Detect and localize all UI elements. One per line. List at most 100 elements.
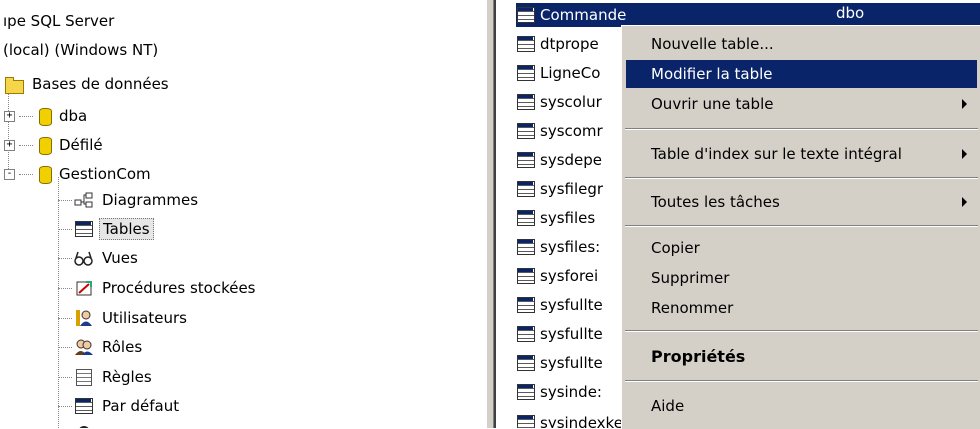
tree-item-label: Diagrammes <box>102 191 199 209</box>
list-item[interactable]: sysfullte <box>516 350 603 376</box>
tree-item-dba[interactable]: + dba <box>4 103 90 129</box>
tree-item-label: Rôles <box>102 338 143 356</box>
tree-item-roles[interactable]: Rôles <box>58 334 145 360</box>
list-owner-cell: dbo <box>836 4 865 22</box>
table-icon <box>516 238 536 256</box>
list-item-label: sysindexkey <box>540 414 632 428</box>
tree-item-regles[interactable]: Règles <box>58 364 155 390</box>
menu-item-copier[interactable]: Copier <box>626 234 977 262</box>
menu-item-supprimer[interactable]: Supprimer <box>626 264 977 292</box>
database-icon <box>37 136 52 155</box>
list-item-label: syscomr <box>540 122 603 140</box>
tree-item-gestioncom[interactable]: - GestionCom <box>4 161 154 187</box>
list-item-label: sysfullte <box>540 296 603 314</box>
user-types-icon <box>74 424 94 428</box>
tree-item-label: Défilé <box>59 136 103 154</box>
glasses-icon <box>74 249 94 267</box>
submenu-arrow-icon <box>962 99 967 109</box>
tree-item-vues[interactable]: Vues <box>58 245 141 271</box>
menu-item-proprietes[interactable]: Propriétés <box>626 342 977 370</box>
expand-icon[interactable]: + <box>4 110 15 122</box>
submenu-arrow-icon <box>962 149 967 159</box>
list-item-label: sysforei <box>540 267 599 285</box>
tree-item-label: Tables <box>99 218 154 240</box>
list-item[interactable]: syscolur <box>516 89 602 115</box>
tree-item-defile[interactable]: + Défilé <box>4 132 106 158</box>
tree-item-local-server[interactable]: (local) (Windows NT) <box>0 37 161 63</box>
tree-item-server-group[interactable]: ıpe SQL Server <box>0 8 117 34</box>
table-icon <box>516 64 536 82</box>
list-item[interactable]: sysfiles: <box>516 234 600 260</box>
menu-separator <box>625 380 978 382</box>
tree-connector <box>58 257 72 259</box>
tree-item-label: Vues <box>102 249 138 267</box>
diagram-icon <box>74 191 94 209</box>
tree-item-diagrammes[interactable]: Diagrammes <box>58 187 201 213</box>
tree-connector <box>58 317 72 319</box>
menu-item-ouvrir-table[interactable]: Ouvrir une table <box>626 90 977 118</box>
tree-item-partial[interactable] <box>58 420 99 428</box>
list-item[interactable]: syscomr <box>516 118 603 144</box>
tree-pane: ıpe SQL Server (local) (Windows NT) Base… <box>0 0 486 428</box>
table-icon <box>516 296 536 314</box>
menu-separator <box>625 225 978 227</box>
list-item[interactable]: LigneCo <box>516 60 600 86</box>
list-item[interactable]: sysdepe <box>516 147 602 173</box>
table-icon <box>516 354 536 372</box>
expand-icon[interactable]: + <box>4 139 15 151</box>
table-icon <box>516 122 536 140</box>
tree-item-par-defaut[interactable]: Par défaut <box>58 393 182 419</box>
menu-item-label: Supprimer <box>651 269 730 287</box>
list-item-label: sysfilegr <box>540 180 604 198</box>
list-item[interactable]: sysinde: <box>516 379 602 405</box>
menu-item-aide[interactable]: Aide <box>626 392 977 420</box>
list-item[interactable]: sysindexkey <box>516 410 632 428</box>
tree-connector <box>19 115 33 117</box>
tree-item-label: Règles <box>102 368 152 386</box>
list-item[interactable]: dtprope <box>516 31 599 57</box>
tree-item-label: (local) (Windows NT) <box>3 41 159 59</box>
menu-item-label: Propriétés <box>651 346 746 366</box>
menu-item-label: Nouvelle table... <box>651 35 774 53</box>
list-item[interactable]: sysfullte <box>516 292 603 318</box>
list-item-label: sysdepe <box>540 151 603 169</box>
tree-connector <box>58 346 72 348</box>
list-item[interactable]: sysfilegr <box>516 176 603 202</box>
menu-item-label: Table d'index sur le texte intégral <box>651 145 902 163</box>
menu-item-index-texte[interactable]: Table d'index sur le texte intégral <box>626 140 977 168</box>
tree-item-databases[interactable]: Bases de données <box>4 71 172 97</box>
tree-item-utilisateurs[interactable]: Utilisateurs <box>58 305 190 331</box>
submenu-arrow-icon <box>962 197 967 207</box>
menu-item-toutes-taches[interactable]: Toutes les tâches <box>626 188 977 216</box>
tree-item-procedures[interactable]: Procédures stockées <box>58 275 259 301</box>
list-item-label: dtprope <box>540 35 599 53</box>
menu-item-label: Aide <box>651 397 685 415</box>
tree-connector <box>58 376 72 378</box>
tree-item-label: Procédures stockées <box>102 279 256 297</box>
collapse-icon[interactable]: - <box>4 168 15 180</box>
table-icon <box>516 325 536 343</box>
tables-icon <box>74 220 94 238</box>
list-item[interactable]: sysfullte <box>516 321 603 347</box>
tree-item-label: GestionCom <box>59 165 151 183</box>
tree-item-tables[interactable]: Tables <box>58 216 154 242</box>
users-icon <box>74 309 94 327</box>
pane-splitter[interactable] <box>486 0 494 428</box>
tree-item-label: Bases de données <box>32 75 169 93</box>
menu-item-renommer[interactable]: Renommer <box>626 294 977 322</box>
list-item-label: LigneCo <box>540 64 601 82</box>
menu-item-label: Renommer <box>651 299 734 317</box>
list-item-label: Commande <box>540 6 627 24</box>
menu-item-nouvelle-table[interactable]: Nouvelle table... <box>626 30 977 58</box>
context-menu: Nouvelle table... Modifier la table Ouvr… <box>621 25 980 429</box>
table-icon <box>516 93 536 111</box>
menu-item-label: Copier <box>651 239 700 257</box>
list-item[interactable]: sysforei <box>516 263 598 289</box>
list-item-label: sysfullte <box>540 354 603 372</box>
list-item[interactable]: sysfiles <box>516 205 595 231</box>
menu-item-modifier-table[interactable]: Modifier la table <box>626 60 977 88</box>
database-icon <box>37 107 52 126</box>
menu-separator <box>625 177 978 179</box>
list-item[interactable]: Commande <box>516 2 626 28</box>
tree-connector <box>58 287 72 289</box>
